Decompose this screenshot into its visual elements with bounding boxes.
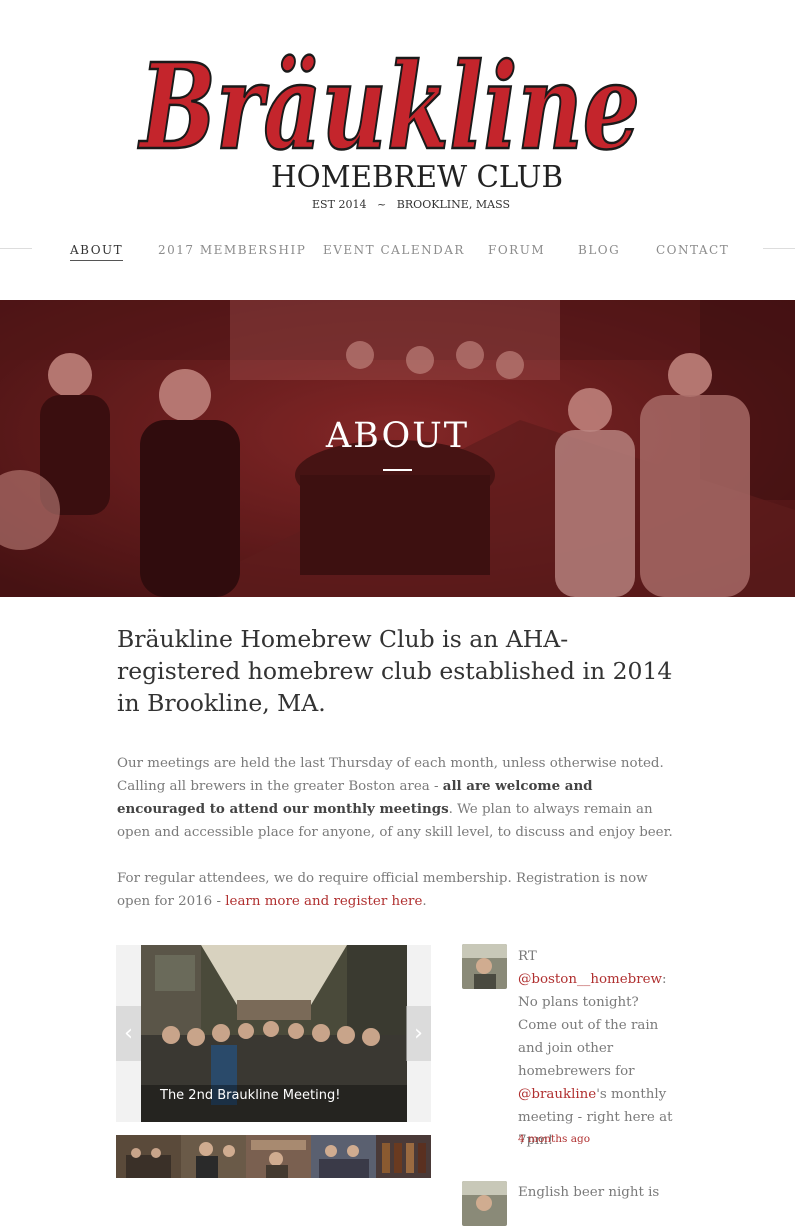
tweet-avatar[interactable] bbox=[462, 944, 507, 989]
slider-prev-button[interactable]: ‹ bbox=[116, 1006, 141, 1061]
main-nav: ABOUT 2017 MEMBERSHIP EVENT CALENDAR FOR… bbox=[0, 243, 795, 267]
slider-thumbnail[interactable] bbox=[246, 1135, 311, 1178]
slider-next-button[interactable]: › bbox=[406, 1006, 431, 1061]
nav-item-forum[interactable]: FORUM bbox=[488, 243, 545, 257]
chevron-right-icon: › bbox=[414, 1021, 423, 1046]
slider-thumbnail[interactable] bbox=[181, 1135, 246, 1178]
nav-item-blog[interactable]: BLOG bbox=[578, 243, 620, 257]
tweet-avatar[interactable] bbox=[462, 1181, 507, 1226]
intro-paragraph-meetings: Our meetings are held the last Thursday … bbox=[117, 752, 683, 844]
tweet-timestamp[interactable]: 4 months ago bbox=[518, 1133, 590, 1145]
page-title: ABOUT bbox=[325, 416, 470, 456]
tweet-text: English beer night is bbox=[518, 1185, 660, 1200]
tweet-text-part: RT bbox=[518, 949, 537, 964]
nav-item-about[interactable]: ABOUT bbox=[70, 243, 124, 261]
nav-item-contact[interactable]: CONTACT bbox=[656, 243, 729, 257]
slider-thumbnail[interactable] bbox=[116, 1135, 181, 1178]
intro-lead: Bräukline Homebrew Club is an AHA-regist… bbox=[117, 625, 673, 717]
logo-name: Bräukline bbox=[138, 37, 640, 176]
slider-thumbnails bbox=[116, 1135, 431, 1178]
chevron-left-icon: ‹ bbox=[124, 1021, 133, 1046]
intro-paragraph-membership: For regular attendees, we do require off… bbox=[117, 867, 683, 913]
tweet-text-part: : No plans tonight? Come out of the rain… bbox=[518, 972, 667, 1079]
site-logo[interactable]: Bräukline HOMEBREW CLUB EST 2014 ~ BROOK… bbox=[0, 0, 795, 230]
logo-subtitle: HOMEBREW CLUB bbox=[271, 160, 563, 195]
slide-caption: The 2nd Braukline Meeting! bbox=[160, 1088, 341, 1103]
tweet-text: RT @boston__homebrew: No plans tonight? … bbox=[518, 945, 678, 1152]
nav-item-2017-membership[interactable]: 2017 MEMBERSHIP bbox=[158, 243, 306, 257]
nav-item-event-calendar[interactable]: EVENT CALENDAR bbox=[323, 243, 465, 257]
register-link[interactable]: learn more and register here bbox=[225, 894, 422, 909]
logo-tagline: EST 2014 ~ BROOKLINE, MASS bbox=[312, 198, 510, 211]
tweet-mention-link[interactable]: @braukline bbox=[518, 1087, 596, 1102]
tweet-mention-link[interactable]: @boston__homebrew bbox=[518, 972, 662, 987]
slider-thumbnail[interactable] bbox=[376, 1135, 431, 1178]
slider-thumbnail[interactable] bbox=[311, 1135, 376, 1178]
title-underline bbox=[383, 469, 412, 471]
membership-text-2: . bbox=[422, 894, 427, 909]
